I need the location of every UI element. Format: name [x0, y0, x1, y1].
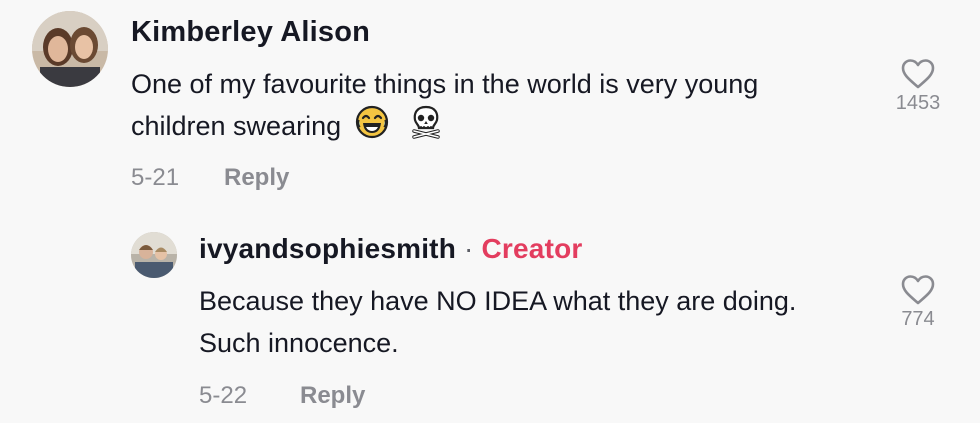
reply-item: ivyandsophiesmith · Creator Because they… — [0, 215, 980, 423]
reply-button[interactable]: Reply — [300, 382, 365, 410]
comment-username[interactable]: Kimberley Alison — [131, 16, 370, 49]
comment-text-line-1: One of my favourite things in the world … — [131, 69, 759, 99]
avatar-image — [32, 11, 108, 87]
comment-item: Kimberley Alison One of my favourite thi… — [0, 0, 980, 210]
reply-text: Because they have NO IDEA what they are … — [199, 280, 879, 364]
creator-badge: Creator — [481, 233, 583, 264]
heart-outline-icon — [901, 59, 935, 89]
avatar-image — [131, 232, 177, 278]
comment-text: One of my favourite things in the world … — [131, 63, 891, 151]
comment-text-line-2: children swearing — [131, 111, 342, 142]
username-separator: · — [464, 233, 474, 264]
reply-button[interactable]: Reply — [224, 164, 289, 192]
reply-text-line-2: Such innocence. — [199, 328, 399, 358]
skull-crossbones-emoji-icon — [408, 105, 444, 151]
reply-text-line-1: Because they have NO IDEA what they are … — [199, 286, 797, 316]
reply-username-row: ivyandsophiesmith · Creator — [199, 233, 583, 265]
like-count: 774 — [901, 308, 935, 330]
comment-date: 5-21 — [131, 164, 180, 191]
heart-outline-icon — [901, 275, 935, 305]
like-count: 1453 — [895, 92, 941, 114]
like-button[interactable]: 774 — [883, 274, 953, 331]
like-button[interactable]: 1453 — [883, 58, 953, 115]
laughing-emoji-icon — [355, 105, 389, 151]
reply-date: 5-22 — [199, 382, 248, 409]
avatar[interactable] — [32, 11, 108, 87]
avatar[interactable] — [131, 232, 177, 278]
reply-username[interactable]: ivyandsophiesmith — [199, 233, 456, 264]
